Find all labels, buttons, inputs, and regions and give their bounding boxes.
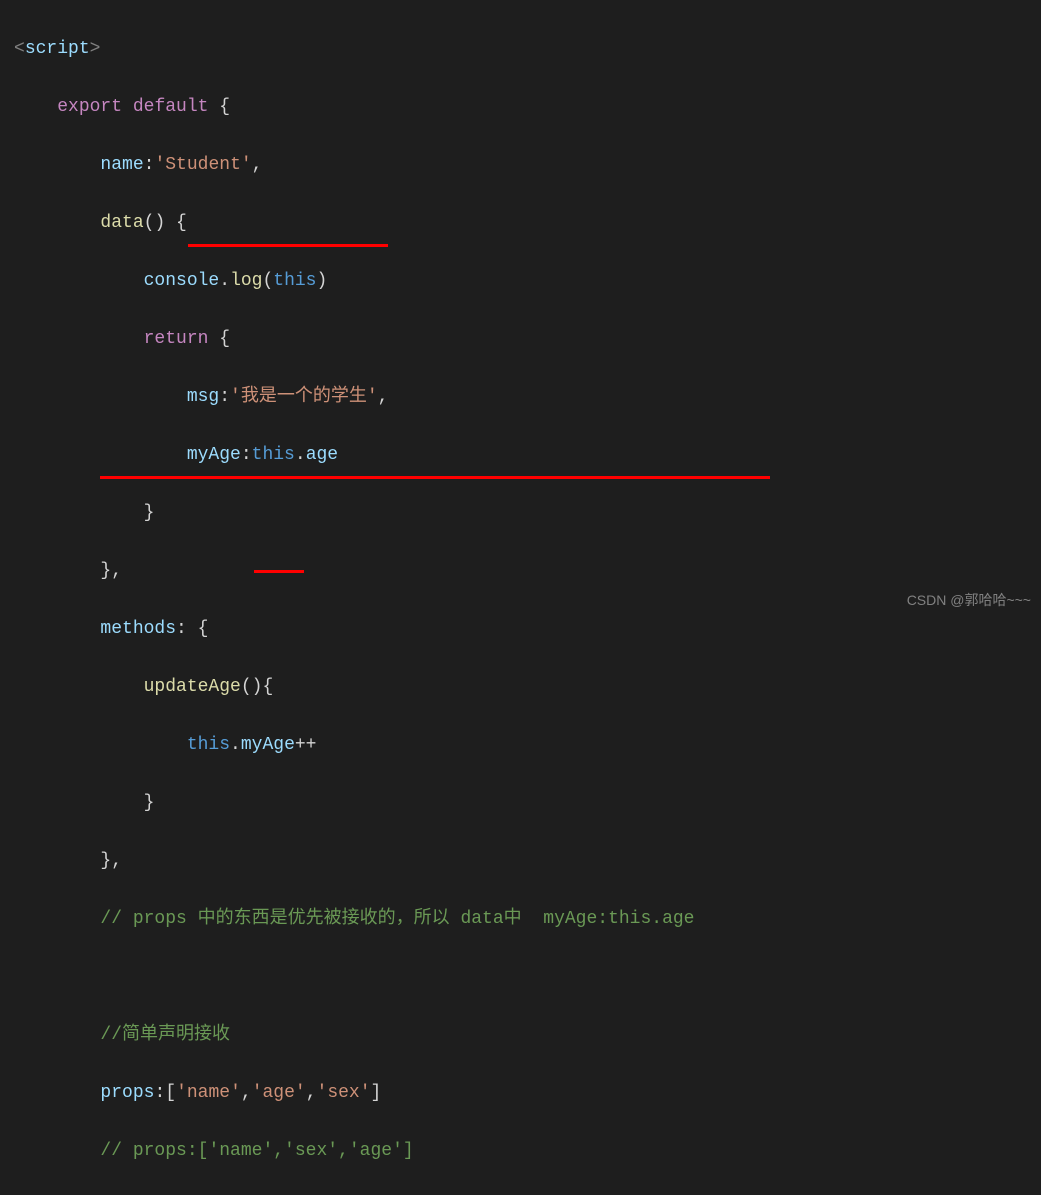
paren: ) [317, 271, 328, 291]
code-line-13: this.myAge++ [14, 731, 1041, 760]
comment-text: props [133, 909, 198, 929]
prop-props: props [100, 1083, 154, 1103]
prop-name: name [100, 155, 143, 175]
parens: () [144, 213, 166, 233]
brace: { [165, 213, 187, 233]
code-line-15: }, [14, 847, 1041, 876]
keyword-this: this [273, 271, 316, 291]
prop-myage: myAge [241, 735, 295, 755]
code-line-1: <script> [14, 35, 1041, 64]
tag-bracket: > [90, 39, 101, 59]
keyword-export: export [57, 97, 122, 117]
colon: : [144, 155, 155, 175]
code-line-4: data() { [14, 209, 1041, 238]
comma: , [111, 851, 122, 871]
colon: : [176, 619, 187, 639]
comma: , [378, 387, 389, 407]
code-editor[interactable]: <script> export default { name:'Student'… [0, 0, 1041, 1195]
string-value: '我是一个的学生' [230, 387, 378, 407]
underline-annotation [100, 476, 770, 479]
comment: // props 中的东西是优先被接收的，所以 data中 myAge:this… [100, 909, 694, 929]
keyword-return: return [144, 329, 209, 349]
brace: { [208, 97, 230, 117]
code-line-14: } [14, 789, 1041, 818]
string-value: 'sex' [317, 1083, 371, 1103]
tag-bracket: < [14, 39, 25, 59]
paren: ( [262, 271, 273, 291]
bracket: [ [165, 1083, 176, 1103]
colon: : [154, 1083, 165, 1103]
method-log: log [230, 271, 262, 291]
comment-text: 中的东西是优先被接收的，所以 [198, 909, 461, 929]
watermark: CSDN @郭哈哈~~~ [907, 586, 1031, 615]
prop-methods: methods [100, 619, 176, 639]
comma: , [252, 155, 263, 175]
underline-annotation [254, 570, 304, 573]
colon: : [241, 445, 252, 465]
comment-text: data中 myAge:this.age [460, 909, 694, 929]
prop-myage: myAge [187, 445, 241, 465]
brace: { [208, 329, 230, 349]
string-value: 'name' [176, 1083, 241, 1103]
dot: . [295, 445, 306, 465]
code-line-6: return { [14, 325, 1041, 354]
code-line-8: myAge:this.age [14, 441, 1041, 470]
keyword-this: this [252, 445, 295, 465]
code-line-16: // props 中的东西是优先被接收的，所以 data中 myAge:this… [14, 905, 1041, 934]
code-line-3: name:'Student', [14, 151, 1041, 180]
comma: , [306, 1083, 317, 1103]
comma: , [111, 561, 122, 581]
brace: { [187, 619, 209, 639]
comment: //简单声明接收 [100, 1025, 230, 1045]
code-line-20: // props:['name','sex','age'] [14, 1137, 1041, 1166]
method-updateage: updateAge [144, 677, 241, 697]
obj-console: console [144, 271, 220, 291]
brace: } [144, 503, 155, 523]
code-line-5: console.log(this) [14, 267, 1041, 296]
code-line-12: updateAge(){ [14, 673, 1041, 702]
brace: } [100, 851, 111, 871]
code-line-2: export default { [14, 93, 1041, 122]
code-line-19: props:['name','age','sex'] [14, 1079, 1041, 1108]
method-data: data [100, 213, 143, 233]
underline-annotation [188, 244, 388, 247]
brace: { [262, 677, 273, 697]
comment: // props:['name','sex','age'] [100, 1141, 413, 1161]
keyword-this: this [187, 735, 230, 755]
code-line-11: methods: { [14, 615, 1041, 644]
code-line-7: msg:'我是一个的学生', [14, 383, 1041, 412]
brace: } [100, 561, 111, 581]
code-line-17 [14, 963, 1041, 992]
keyword-default: default [133, 97, 209, 117]
dot: . [230, 735, 241, 755]
code-line-10: }, [14, 557, 1041, 586]
parens: () [241, 677, 263, 697]
code-line-18: //简单声明接收 [14, 1021, 1041, 1050]
dot: . [219, 271, 230, 291]
brace: } [144, 793, 155, 813]
code-line-9: } [14, 499, 1041, 528]
bracket: ] [371, 1083, 382, 1103]
tag-name: script [25, 39, 90, 59]
comment-prefix: // [100, 909, 132, 929]
prop-age: age [306, 445, 338, 465]
colon: : [219, 387, 230, 407]
string-value: 'age' [252, 1083, 306, 1103]
operator: ++ [295, 735, 317, 755]
comma: , [241, 1083, 252, 1103]
string-value: 'Student' [154, 155, 251, 175]
prop-msg: msg [187, 387, 219, 407]
